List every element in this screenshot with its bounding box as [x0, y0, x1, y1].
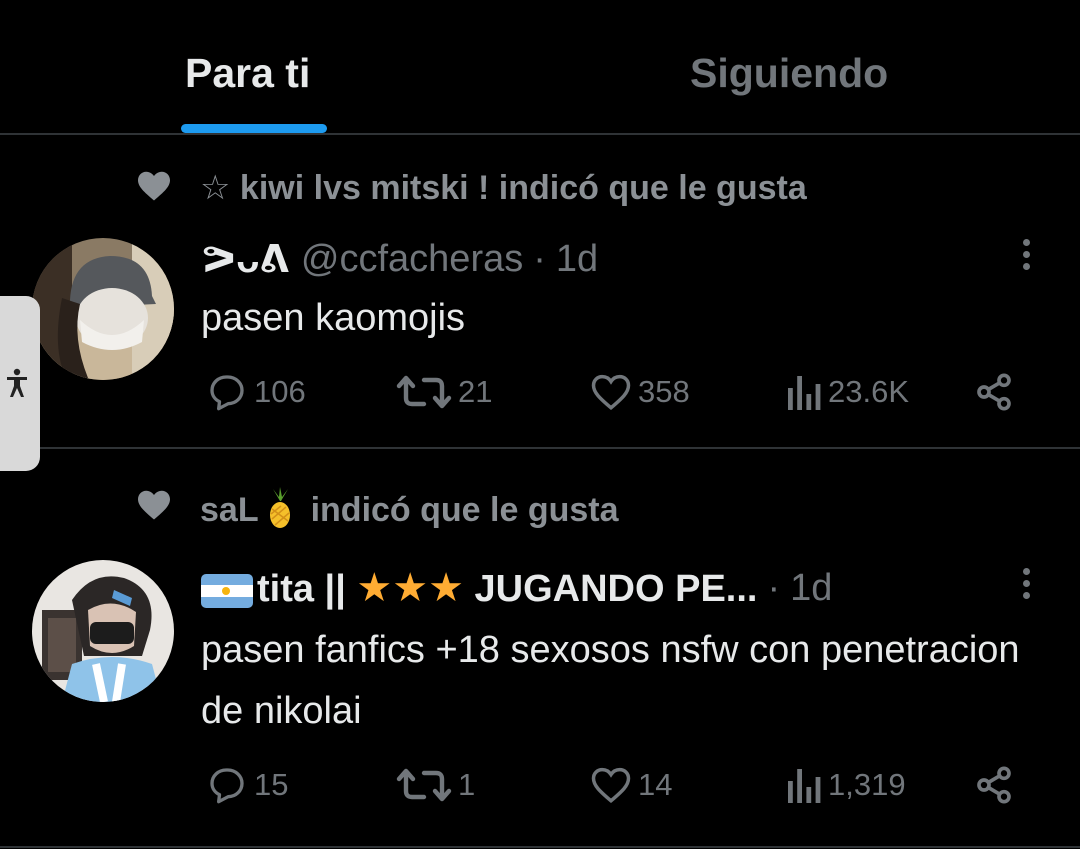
display-name[interactable]: tita || ★★★ JUGANDO PE... [201, 565, 757, 611]
retweet-count: 21 [458, 374, 493, 409]
avatar[interactable] [32, 238, 174, 380]
separator-dot: · [533, 237, 546, 280]
retweet-icon [396, 768, 452, 802]
handle[interactable]: @ccfacheras [301, 238, 523, 281]
like-button[interactable]: 358 [590, 372, 690, 412]
timeline-tabs: Para ti Siguiendo [0, 0, 1080, 134]
share-button[interactable] [974, 372, 1014, 412]
views-icon [788, 376, 821, 410]
heart-icon [591, 374, 631, 411]
reply-button[interactable]: 15 [206, 765, 288, 805]
social-context-text[interactable]: saL indicó que le gusta [200, 487, 619, 530]
views-button[interactable]: 1,319 [786, 765, 906, 805]
like-count: 358 [638, 374, 690, 409]
views-count: 23.6K [828, 374, 910, 409]
social-context-suffix: indicó que le gusta [310, 491, 619, 529]
social-context-name: saL [200, 491, 259, 529]
tweet-text: pasen kaomojis [201, 297, 466, 339]
separator-dot: · [767, 566, 781, 609]
retweet-count: 1 [458, 767, 476, 802]
display-name-text: tita || [257, 568, 357, 610]
tweet-divider [0, 447, 1080, 449]
star-icon: ★ [392, 566, 429, 610]
person-accessibility-icon [7, 368, 27, 397]
tweet-text: pasen fanfics +18 sexosos nsfw con penet… [201, 629, 1020, 732]
timestamp[interactable]: 1d [790, 567, 832, 610]
reply-count: 106 [254, 374, 306, 409]
social-context-text[interactable]: ☆ kiwi lvs mitski ! indicó que le gusta [200, 168, 807, 208]
tabs-divider [0, 133, 1080, 135]
social-context: ☆ kiwi lvs mitski ! indicó que le gusta [136, 166, 807, 207]
star-icon: ★ [428, 566, 464, 610]
tweet-actions: 15 1 14 1,319 [0, 765, 1080, 813]
reply-icon [210, 375, 244, 411]
share-button[interactable] [974, 765, 1014, 805]
views-count: 1,319 [828, 767, 906, 802]
heart-icon [591, 767, 631, 804]
heart-filled-icon [138, 490, 170, 520]
active-tab-indicator [181, 124, 327, 133]
retweet-button[interactable]: 1 [396, 765, 475, 805]
display-name-rest: JUGANDO PE... [463, 568, 758, 610]
heart-filled-icon [138, 171, 170, 201]
like-count: 14 [638, 767, 673, 802]
social-context: saL indicó que le gusta [136, 485, 619, 529]
timestamp[interactable]: 1d [556, 238, 598, 281]
tab-following[interactable]: Siguiendo [690, 50, 888, 97]
more-options-icon[interactable] [1017, 568, 1035, 604]
tweet-divider [0, 846, 1080, 848]
more-options-icon[interactable] [1017, 239, 1035, 275]
reply-button[interactable]: 106 [206, 372, 306, 412]
display-name[interactable]: ᕗᴗᕕ [201, 237, 289, 282]
avatar[interactable] [32, 560, 174, 702]
retweet-button[interactable]: 21 [396, 372, 492, 412]
views-icon [788, 769, 821, 803]
tweet-header: ᕗᴗᕕ @ccfacheras · 1d [201, 237, 598, 281]
reply-count: 15 [254, 767, 289, 802]
pineapple-icon [269, 487, 290, 528]
star-icon: ★ [356, 566, 393, 610]
accessibility-button[interactable] [0, 296, 40, 471]
argentina-flag-icon [201, 573, 253, 608]
like-button[interactable]: 14 [590, 765, 672, 805]
retweet-icon [396, 375, 452, 409]
share-icon [977, 373, 1011, 411]
reply-icon [210, 768, 244, 804]
share-icon [977, 766, 1011, 804]
tweet-header: tita || ★★★ JUGANDO PE... · 1d [201, 566, 832, 610]
tab-for-you[interactable]: Para ti [185, 50, 310, 97]
views-button[interactable]: 23.6K [786, 372, 909, 412]
tweet-actions: 106 21 358 23.6K [0, 372, 1080, 420]
